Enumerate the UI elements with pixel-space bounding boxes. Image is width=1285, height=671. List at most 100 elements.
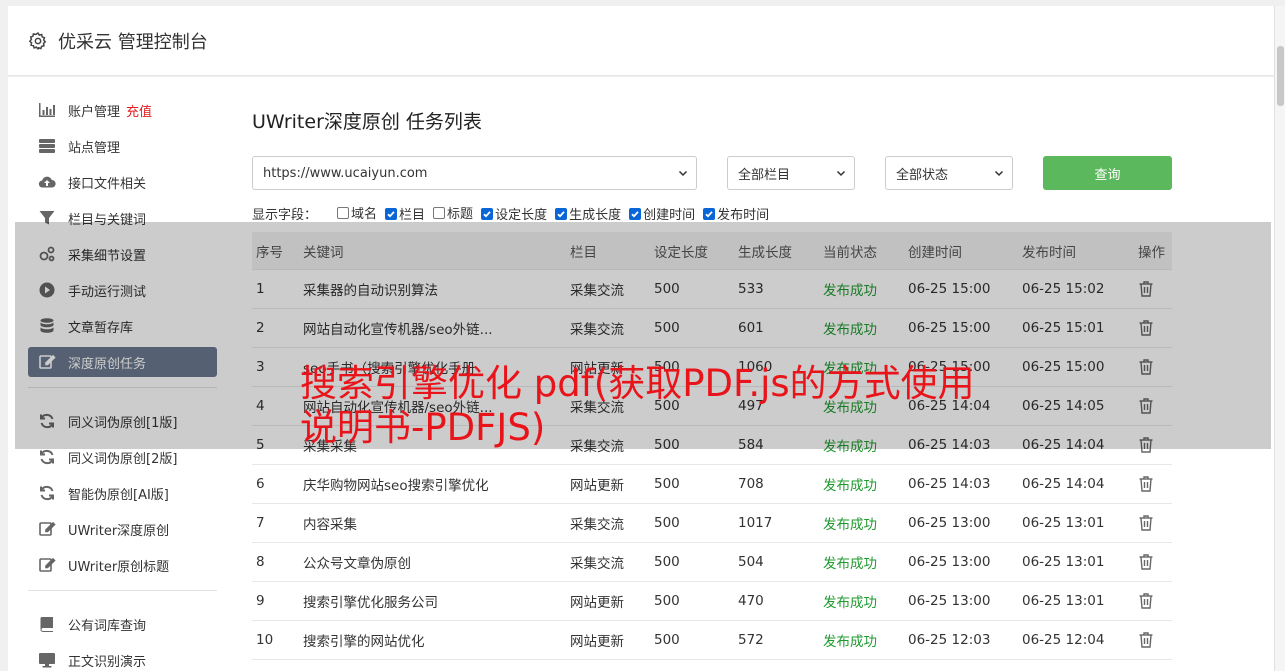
row-no: 10: [256, 632, 274, 648]
checkbox-label: 域名: [351, 207, 378, 222]
checkbox-label: 标题: [447, 207, 474, 222]
sidebar-item-public-dictionary[interactable]: 公有词库查询: [28, 609, 217, 639]
field-options: 域名 栏目 标题 设定长度 生成长度 创建时间 发布时间: [337, 203, 777, 223]
row-gen-length: 572: [738, 632, 764, 648]
delete-button[interactable]: [1138, 465, 1178, 503]
field-checkbox[interactable]: 域名: [337, 203, 377, 222]
field-checkbox[interactable]: 栏目: [385, 204, 425, 223]
checkbox-box[interactable]: [385, 207, 398, 220]
row-set-length: 500: [654, 476, 680, 492]
check-icon: [387, 210, 395, 218]
sidebar-item-sites[interactable]: 站点管理: [28, 131, 217, 161]
checkbox-box[interactable]: [555, 207, 568, 220]
display-fields-label: 显示字段：: [252, 207, 318, 223]
row-created: 06-25 13:00: [908, 515, 991, 531]
table-row: 10 搜索引擎的网站优化 网站更新 500 572 发布成功 06-25 12:03 06-2…: [252, 621, 1172, 660]
site-select[interactable]: https://www.ucaiyun.com: [252, 156, 697, 190]
recharge-link[interactable]: 充值: [126, 101, 152, 120]
sidebar-item-api-files[interactable]: 接口文件相关: [28, 167, 217, 197]
gear-icon: [28, 31, 47, 50]
scrollbar-thumb[interactable]: [1277, 46, 1284, 106]
status-select[interactable]: 全部状态: [885, 156, 1013, 190]
row-keyword: 内容采集: [303, 517, 357, 533]
row-status: 发布成功: [823, 634, 877, 650]
sidebar-item-label: 接口文件相关: [68, 176, 147, 192]
page-scrollbar[interactable]: [1274, 6, 1285, 671]
row-published: 06-25 13:01: [1022, 554, 1105, 570]
field-checkbox[interactable]: 生成长度: [555, 204, 621, 223]
row-created: 06-25 13:00: [908, 554, 991, 570]
query-button[interactable]: 查询: [1043, 156, 1172, 190]
sidebar-item-label: 站点管理: [68, 140, 121, 156]
sidebar-item-label: 公有词库查询: [68, 618, 147, 634]
row-status: 发布成功: [823, 478, 877, 494]
sidebar-item-label: 正文识别演示: [68, 654, 147, 670]
table-row: 7 内容采集 采集交流 500 1017 发布成功 06-25 13:00 06-25 13:…: [252, 504, 1172, 543]
row-no: 6: [256, 476, 265, 492]
refresh-icon: [40, 449, 54, 465]
row-gen-length: 504: [738, 554, 764, 570]
checkbox-label: 发布时间: [717, 208, 770, 223]
checkbox-box[interactable]: [337, 206, 350, 219]
field-checkbox[interactable]: 设定长度: [481, 204, 547, 223]
monitor-icon: [39, 653, 55, 668]
row-created: 06-25 12:03: [908, 632, 991, 648]
checkbox-box[interactable]: [481, 207, 494, 220]
checkbox-box[interactable]: [629, 207, 642, 220]
row-status: 发布成功: [823, 595, 877, 611]
checkbox-box[interactable]: [703, 207, 716, 220]
top-bar: 优采云 管理控制台: [8, 6, 1274, 76]
row-keyword: 搜索引擎优化服务公司: [303, 595, 438, 611]
delete-button[interactable]: [1138, 543, 1178, 581]
trash-icon: [1139, 476, 1153, 492]
row-status: 发布成功: [823, 556, 877, 572]
field-checkbox[interactable]: 发布时间: [703, 204, 769, 223]
field-checkbox[interactable]: 标题: [433, 203, 473, 222]
delete-button[interactable]: [1138, 504, 1178, 542]
status-select-value: 全部状态: [896, 167, 949, 183]
sidebar-item-label: UWriter深度原创: [68, 523, 170, 539]
row-gen-length: 470: [738, 593, 764, 609]
checkbox-box[interactable]: [433, 206, 446, 219]
bar-chart-icon: [39, 103, 55, 117]
check-icon: [557, 210, 565, 218]
row-set-length: 500: [654, 515, 680, 531]
trash-icon: [1139, 632, 1153, 648]
row-column: 网站更新: [570, 634, 624, 650]
sidebar-item-label: UWriter原创标题: [68, 559, 170, 575]
sidebar-item-uwriter-title[interactable]: UWriter原创标题: [28, 550, 217, 580]
sidebar-divider: [28, 590, 217, 591]
check-icon: [705, 210, 713, 218]
row-column: 网站更新: [570, 478, 624, 494]
trash-icon: [1139, 554, 1153, 570]
delete-button[interactable]: [1138, 621, 1178, 659]
chevron-down-icon: [994, 170, 1004, 177]
row-no: 7: [256, 515, 265, 531]
trash-icon: [1139, 515, 1153, 531]
row-published: 06-25 13:01: [1022, 515, 1105, 531]
sidebar-item-ai-rewrite[interactable]: 智能伪原创[AI版]: [28, 478, 217, 508]
refresh-icon: [40, 485, 54, 501]
edit-icon: [39, 521, 56, 536]
field-checkbox[interactable]: 创建时间: [629, 204, 695, 223]
sidebar-item-text-recognition[interactable]: 正文识别演示: [28, 645, 217, 671]
row-gen-length: 1017: [738, 515, 773, 531]
chevron-down-icon: [836, 170, 846, 177]
delete-button[interactable]: [1138, 582, 1178, 620]
book-icon: [40, 617, 53, 632]
row-published: 06-25 13:01: [1022, 593, 1105, 609]
row-keyword: 公众号文章伪原创: [303, 556, 411, 572]
row-status: 发布成功: [823, 517, 877, 533]
sidebar-item-account[interactable]: 账户管理 充值: [28, 95, 217, 125]
column-select-value: 全部栏目: [738, 167, 791, 183]
server-icon: [39, 139, 55, 153]
trash-icon: [1139, 593, 1153, 609]
sidebar-item-uwriter-deep[interactable]: UWriter深度原创: [28, 514, 217, 544]
table-row: 6 庆华购物网站seo搜索引擎优化 网站更新 500 708 发布成功 06-25 14:0…: [252, 465, 1172, 504]
column-select[interactable]: 全部栏目: [727, 156, 855, 190]
row-keyword: 搜索引擎的网站优化: [303, 634, 425, 650]
checkbox-label: 栏目: [399, 208, 426, 223]
filter-bar: https://www.ucaiyun.com 全部栏目 全部状态 查询: [252, 156, 1172, 190]
cloud-upload-icon: [38, 176, 56, 188]
row-published: 06-25 12:04: [1022, 632, 1105, 648]
